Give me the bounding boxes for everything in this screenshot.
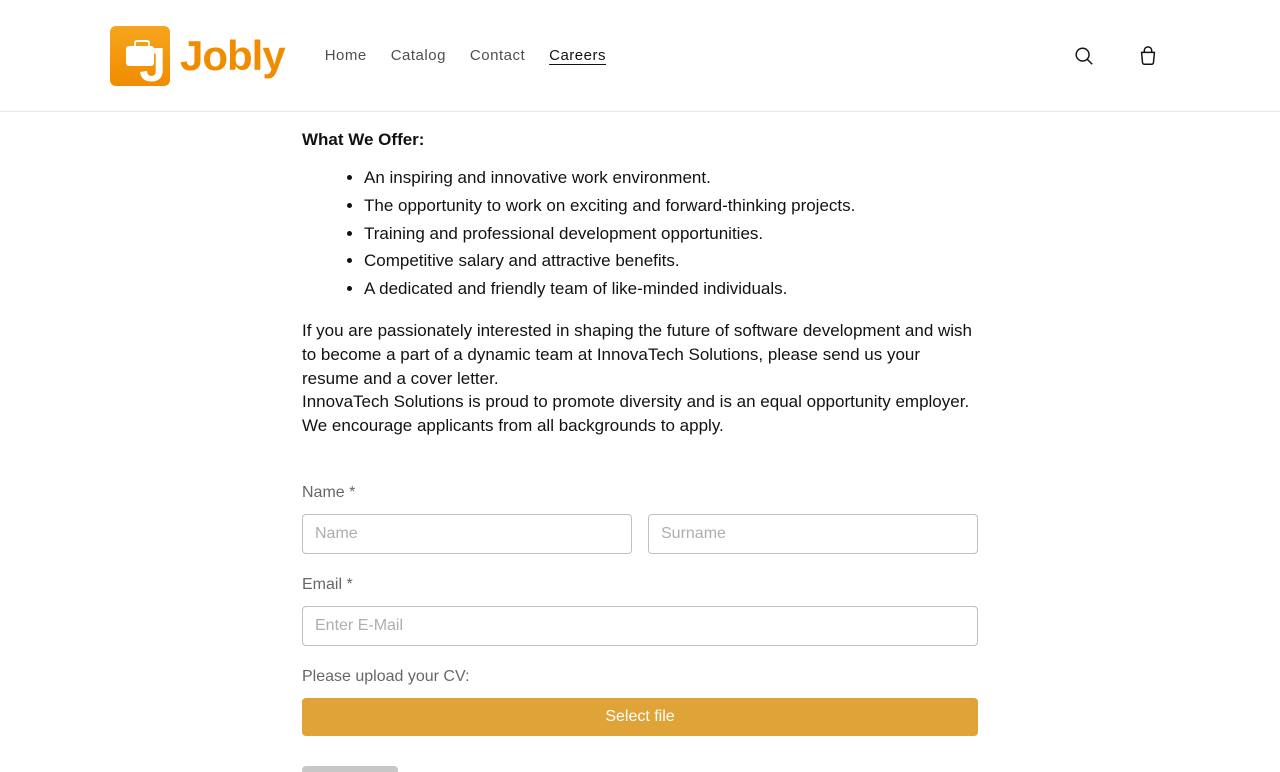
name-label: Name * — [302, 484, 978, 502]
submit-button[interactable] — [302, 766, 398, 772]
list-item: Competitive salary and attractive benefi… — [364, 249, 978, 273]
list-item: Training and professional development op… — [364, 222, 978, 246]
application-form: Name * Email * Please upload your CV: Se… — [302, 484, 978, 772]
header-actions — [1062, 34, 1170, 78]
logo-mark: J — [110, 26, 170, 86]
nav-catalog[interactable]: Catalog — [391, 47, 446, 64]
search-icon — [1073, 45, 1095, 67]
list-item: The opportunity to work on exciting and … — [364, 194, 978, 218]
logo-letter: J — [139, 42, 166, 90]
cart-button[interactable] — [1126, 34, 1170, 78]
list-item: An inspiring and innovative work environ… — [364, 166, 978, 190]
closing-paragraph-2: InnovaTech Solutions is proud to promote… — [302, 390, 978, 438]
search-button[interactable] — [1062, 34, 1106, 78]
surname-input[interactable] — [648, 514, 978, 554]
nav-home[interactable]: Home — [325, 47, 367, 64]
first-name-input[interactable] — [302, 514, 632, 554]
offer-heading: What We Offer: — [302, 130, 978, 150]
main-nav: Home Catalog Contact Careers — [325, 47, 1062, 64]
list-item: A dedicated and friendly team of like-mi… — [364, 277, 978, 301]
email-label: Email * — [302, 576, 978, 594]
nav-careers[interactable]: Careers — [549, 47, 606, 64]
select-file-button[interactable]: Select file — [302, 698, 978, 736]
cv-label: Please upload your CV: — [302, 668, 978, 686]
nav-contact[interactable]: Contact — [470, 47, 525, 64]
closing-paragraph-1: If you are passionately interested in sh… — [302, 319, 978, 390]
brand-logo[interactable]: J Jobly — [110, 26, 285, 86]
offer-list: An inspiring and innovative work environ… — [302, 166, 978, 301]
site-header: J Jobly Home Catalog Contact Careers — [0, 0, 1280, 112]
page-content: What We Offer: An inspiring and innovati… — [302, 112, 978, 772]
bag-icon — [1137, 45, 1159, 67]
brand-name: Jobly — [180, 32, 285, 80]
email-input[interactable] — [302, 606, 978, 646]
